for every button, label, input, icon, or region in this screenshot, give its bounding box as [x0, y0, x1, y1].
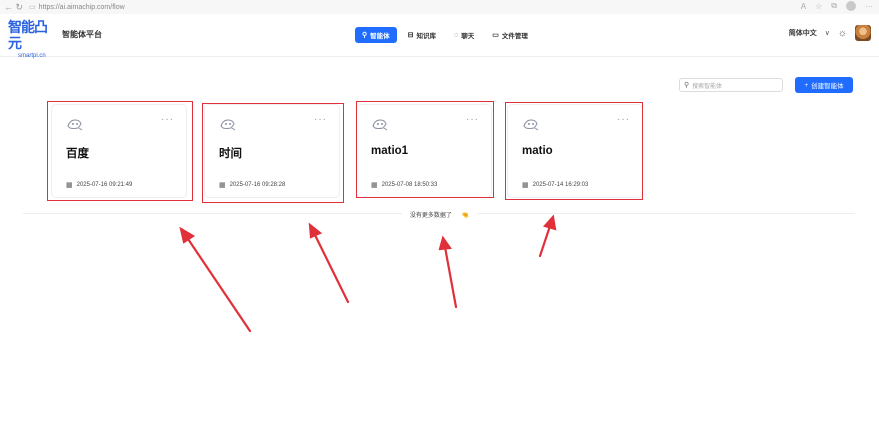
more-options-icon[interactable]: ···: [466, 114, 479, 125]
agent-date-text: 2025-07-08 18:50:33: [381, 182, 438, 188]
tab-label: 知识库: [416, 33, 437, 40]
calendar-icon: ▦: [371, 182, 378, 189]
tab-knowledge-base[interactable]: ⊟ 知识库: [401, 27, 443, 43]
agent-name: matio: [522, 145, 553, 157]
favorite-icon[interactable]: ☆: [815, 2, 822, 11]
calendar-icon: ▦: [522, 182, 529, 189]
agent-date: ▦ 2025-07-08 18:50:33: [371, 181, 437, 189]
annotation-arrow: [184, 234, 252, 333]
annotation-arrowhead: [438, 235, 452, 251]
annotation-arrowhead: [308, 222, 323, 239]
tab-agents[interactable]: ⚲ 智能体: [355, 27, 397, 43]
annotation-arrow: [443, 245, 458, 309]
tab-label: 文件管理: [501, 33, 528, 40]
agent-date-text: 2025-07-16 09:21:49: [76, 182, 133, 188]
more-menu-icon[interactable]: ···: [865, 2, 873, 11]
search-input[interactable]: ⚲ 搜索智能体: [679, 78, 783, 92]
agent-avatar-icon: [372, 119, 388, 131]
agent-card[interactable]: ··· 时间 ▦ 2025-07-16 09:28:28: [204, 104, 340, 198]
agent-card[interactable]: ··· 百度 ▦ 2025-07-16 09:21:49: [51, 104, 187, 198]
main-nav: ⚲ 智能体 ⊟ 知识库 ◌ 聊天 ▭ 文件管理: [355, 27, 535, 43]
platform-name: 智能体平台: [62, 30, 102, 39]
more-options-icon[interactable]: ···: [617, 114, 630, 125]
profile-icon[interactable]: [846, 1, 856, 11]
agent-card[interactable]: ··· matio ▦ 2025-07-14 16:29:03: [507, 104, 643, 198]
tab-label: 智能体: [370, 33, 390, 40]
tab-file-management[interactable]: ▭ 文件管理: [485, 27, 535, 43]
back-icon[interactable]: ← ↻: [4, 2, 23, 13]
search-icon: ⚲: [684, 82, 690, 89]
agent-date: ▦ 2025-07-14 16:29:03: [522, 181, 588, 189]
annotation-arrow: [312, 231, 350, 304]
agent-name: 时间: [219, 148, 242, 160]
collections-icon[interactable]: ⧉: [831, 1, 837, 11]
read-aloud-icon[interactable]: A: [801, 2, 806, 11]
brand-logo[interactable]: 智能凸元 smartpi.cn: [8, 20, 58, 59]
agent-card[interactable]: ··· matio1 ▦ 2025-07-08 18:50:33: [356, 104, 492, 198]
theme-toggle-icon[interactable]: ☼: [838, 28, 847, 39]
agent-date: ▦ 2025-07-16 09:28:28: [219, 181, 285, 189]
agent-avatar-icon: [67, 119, 83, 131]
agent-avatar-icon: [523, 119, 539, 131]
header-actions: 简体中文 ∨ ☼: [789, 25, 871, 41]
no-more-data: 没有更多数据了 🤏: [0, 210, 879, 219]
tab-label: 聊天: [461, 33, 475, 40]
hand-emoji: 🤏: [457, 213, 474, 219]
database-icon: ⊟: [407, 32, 414, 39]
plus-icon: +: [804, 81, 809, 89]
folder-icon: ▭: [492, 32, 499, 39]
agent-name: 百度: [66, 148, 89, 160]
no-more-text: 没有更多数据了: [405, 213, 456, 219]
more-options-icon[interactable]: ···: [161, 114, 174, 125]
tab-chat[interactable]: ◌ 聊天: [447, 27, 481, 43]
avatar[interactable]: [855, 25, 871, 41]
address-bar[interactable]: https://ai.aimachip.com/flow: [39, 4, 125, 11]
annotation-arrowhead: [179, 226, 196, 244]
calendar-icon: ▦: [66, 182, 73, 189]
create-agent-label: 创建智能体: [811, 83, 844, 90]
agent-date-text: 2025-07-16 09:28:28: [229, 182, 286, 188]
browser-actions: A ☆ ⧉ ···: [801, 1, 873, 11]
browser-chrome: ← ↻ ▭ https://ai.aimachip.com/flow A ☆ ⧉…: [0, 0, 879, 14]
more-options-icon[interactable]: ···: [314, 114, 327, 125]
calendar-icon: ▦: [219, 182, 226, 189]
language-select[interactable]: 简体中文: [789, 28, 817, 38]
agent-date-text: 2025-07-14 16:29:03: [532, 182, 589, 188]
app-header: 智能凸元 smartpi.cn 智能体平台 ⚲ 智能体 ⊟ 知识库 ◌ 聊天 ▭…: [0, 14, 879, 59]
agent-name: matio1: [371, 145, 409, 157]
create-agent-button[interactable]: + 创建智能体: [795, 77, 853, 93]
search-placeholder: 搜索智能体: [692, 83, 723, 90]
logo-subtitle: smartpi.cn: [18, 53, 46, 59]
agent-icon: ⚲: [362, 32, 368, 39]
logo-mark: 智能凸元: [8, 20, 48, 52]
chevron-down-icon[interactable]: ∨: [825, 29, 830, 37]
page-info-icon[interactable]: ▭: [29, 3, 36, 11]
agent-date: ▦ 2025-07-16 09:21:49: [66, 181, 132, 189]
annotation-arrow: [538, 224, 552, 258]
chat-icon: ◌: [454, 31, 459, 39]
agent-avatar-icon: [220, 119, 236, 131]
